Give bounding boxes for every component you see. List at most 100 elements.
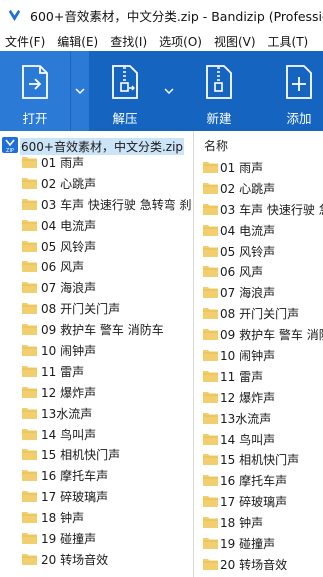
menu-tools[interactable]: 工具(T) (263, 33, 316, 50)
folder-icon (22, 533, 37, 545)
folder-icon (203, 245, 218, 257)
tree-root-archive[interactable]: ZIP 600+音效素材，中文分类.zip (0, 135, 193, 155)
file-list-name: 06 风声 (220, 265, 264, 280)
extract-button[interactable]: 解压 (96, 51, 154, 131)
toolbar: 打开 解压 新建 添加 (0, 51, 323, 131)
folder-icon (22, 365, 37, 377)
chevron-down-icon (164, 88, 174, 94)
file-list-name: 09 救护车 警车 消防车 (220, 328, 323, 343)
title-bar: 600+音效素材，中文分类.zip - Bandizip (Profession… (0, 0, 323, 31)
menu-find[interactable]: 查找(I) (105, 33, 154, 50)
tree-folder-label: 19 碰撞声 (41, 532, 97, 547)
add-button[interactable]: 添加 (270, 51, 323, 131)
open-button[interactable]: 打开 (0, 51, 70, 131)
tree-folder-label: 10 闹钟声 (41, 344, 97, 359)
file-list-name: 19 碰撞声 (220, 537, 276, 552)
tree-folder-label: 05 风铃声 (41, 239, 97, 254)
tree-folder-label: 11 雷声 (41, 364, 85, 379)
file-list-name: 16 摩托车声 (220, 474, 288, 489)
folder-icon (22, 512, 37, 524)
folder-icon (22, 345, 37, 357)
folder-icon (22, 303, 37, 315)
folder-icon (203, 538, 218, 550)
extract-dropdown-arrow[interactable] (160, 51, 178, 131)
file-list-name: 12 爆炸声 (220, 390, 276, 405)
folder-icon (22, 428, 37, 440)
folder-icon (203, 266, 218, 278)
tree-folder-label: 03 车声 快速行驶 急转弯 刹 (41, 197, 192, 212)
file-list-name: 11 雷声 (220, 369, 264, 384)
tree-folder-label: 04 电流声 (41, 218, 97, 233)
folder-icon (22, 282, 37, 294)
folder-icon (203, 475, 218, 487)
tree-folder-label: 14 鸟叫声 (41, 427, 97, 442)
tree-folder-label: 09 救护车 警车 消防车 (41, 323, 164, 338)
open-dropdown-arrow[interactable] (70, 51, 89, 131)
folder-icon (203, 224, 218, 236)
file-list-name: 14 鸟叫声 (220, 432, 276, 447)
folder-icon (22, 449, 37, 461)
file-list-name: 01 雨声 (220, 161, 264, 175)
menu-file[interactable]: 文件(F) (0, 33, 52, 50)
folder-icon (22, 198, 37, 210)
open-label: 打开 (22, 111, 48, 126)
folder-icon (203, 454, 218, 466)
folder-icon (203, 203, 218, 215)
tree-folder-label: 17 碎玻璃声 (41, 490, 109, 505)
open-file-icon (15, 62, 55, 102)
folder-icon (203, 370, 218, 382)
window-title: 600+音效素材，中文分类.zip - Bandizip (Profession… (30, 9, 323, 24)
tree-folder-label: 20 转场音效 (41, 552, 109, 567)
tree-folder-label: 06 风声 (41, 260, 85, 275)
file-list-name: 18 钟声 (220, 516, 264, 531)
file-list-name: 13水流声 (220, 411, 272, 426)
new-archive-button[interactable]: 新建 (190, 51, 248, 131)
folder-icon (203, 350, 218, 362)
menu-edit[interactable]: 编辑(E) (52, 33, 105, 50)
folder-icon (203, 558, 218, 570)
folder-icon (22, 219, 37, 231)
folder-icon (203, 329, 218, 341)
menu-view[interactable]: 视图(V) (209, 33, 263, 50)
folder-icon (22, 491, 37, 503)
chevron-down-icon (75, 88, 85, 94)
file-list-name: 02 心跳声 (220, 181, 276, 196)
file-list-name: 03 车声 快速行驶 急转弯 刹 (220, 202, 323, 217)
tree-folder-label: 16 摩托车声 (41, 469, 109, 484)
menu-options[interactable]: 选项(O) (154, 33, 209, 50)
file-list-pane: 名称 01 雨声 02 心跳声 03 车声 快速行驶 急转弯 刹 04 电流声 … (194, 131, 323, 577)
folder-icon (203, 182, 218, 194)
file-list-name: 17 碎玻璃声 (220, 495, 288, 510)
folder-icon (22, 553, 37, 565)
folder-icon (22, 157, 37, 168)
file-list-name: 04 电流声 (220, 223, 276, 238)
folder-icon (22, 240, 37, 252)
file-list-name: 20 转场音效 (220, 557, 288, 572)
column-header-label: 名称 (204, 139, 229, 153)
extract-zip-icon (105, 62, 145, 102)
bandizip-app-icon (8, 9, 21, 22)
file-list-name: 07 海浪声 (220, 286, 276, 301)
zip-archive-icon: ZIP (2, 137, 18, 153)
tree-folder-label: 07 海浪声 (41, 281, 97, 296)
folder-icon (203, 162, 218, 173)
tree-folder-label: 02 心跳声 (41, 176, 97, 191)
folder-icon (22, 261, 37, 273)
new-label: 新建 (206, 111, 232, 126)
extract-label: 解压 (112, 111, 138, 126)
file-list-name: 10 闹钟声 (220, 349, 276, 364)
column-header-name[interactable]: 名称 (194, 131, 323, 157)
folder-icon (203, 412, 218, 424)
folder-icon (203, 496, 218, 508)
folder-icon (203, 433, 218, 445)
folder-icon (203, 517, 218, 529)
folder-icon (22, 386, 37, 398)
tree-root-label: 600+音效素材，中文分类.zip (20, 138, 185, 155)
add-label: 添加 (286, 111, 312, 126)
tree-folder-label: 08 开门关门声 (41, 302, 121, 317)
folder-tree-pane: ZIP 600+音效素材，中文分类.zip 01 雨声 02 心跳声 03 车声… (0, 131, 194, 577)
folder-icon (22, 407, 37, 419)
new-zip-icon (199, 62, 239, 102)
tree-folder-label: 13水流声 (41, 406, 93, 421)
folder-icon (203, 287, 218, 299)
